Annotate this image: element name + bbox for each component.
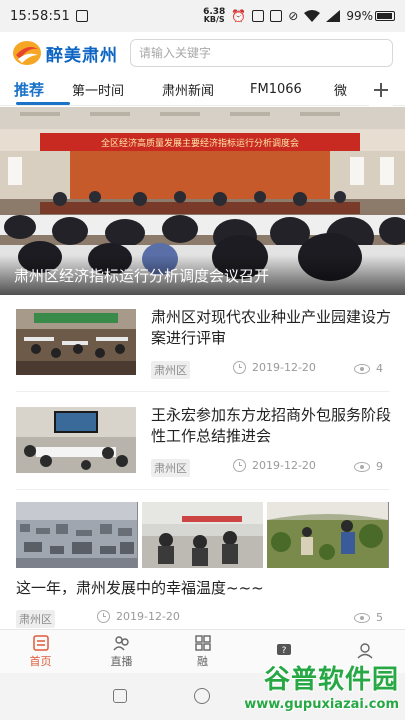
news-thumbnail [16,407,136,473]
app-name: 醉美肃州 [46,45,118,66]
feature-images[interactable] [16,502,390,568]
channel-tabs: 推荐 第一时间 肃州新闻 FM1066 微 [0,74,405,106]
nfc-icon [270,10,283,22]
nav-home[interactable]: 首页 [0,630,81,673]
news-item[interactable]: 王永宏参加东方龙招商外包服务阶段性工作总结推进会 肃州区 2019-12-20 … [16,406,392,497]
logo-icon [13,41,41,65]
view-count: 9 [376,460,383,473]
watermark-title: 谷普软件园 [263,665,399,695]
status-bar: 15:58:51 6.38 KB/S ⏰ ⊘ 99% [0,0,405,32]
feature-image-greenhouse [267,502,390,568]
live-icon [112,635,129,650]
recent-apps-button[interactable] [113,689,127,703]
feature-title[interactable]: 这一年，肃州发展中的幸福温度~~~ [16,577,264,598]
vibrate-icon [252,10,265,22]
divider [16,391,389,392]
news-title: 王永宏参加东方龙招商外包服务阶段性工作总结推进会 [151,406,392,445]
eye-icon [354,612,370,623]
publish-date: 2019-12-20 [252,361,316,374]
news-item[interactable]: 肃州区对现代农业种业产业园建设方案进行评审 肃州区 2019-12-20 4 [16,308,392,399]
alarm-icon: ⏰ [231,9,247,23]
tab-wei[interactable]: 微 [334,74,364,106]
clock-icon [97,610,110,623]
category-tag: 肃州区 [151,361,190,379]
site-watermark: 谷普软件园 www.gupuxiazai.com [219,655,405,720]
home-button[interactable] [194,688,210,704]
signal-icon [326,10,341,22]
search-input[interactable] [139,46,384,60]
news-thumbnail [16,309,136,375]
battery-indicator: 99% [346,9,395,23]
tab-fm1066[interactable]: FM1066 [250,74,334,106]
clock-icon [233,361,246,374]
home-icon [32,634,49,651]
watermark-url: www.gupuxiazai.com [244,697,399,712]
network-speed: 6.38 KB/S [203,7,226,24]
news-title: 肃州区对现代农业种业产业园建设方案进行评审 [151,308,392,347]
grid-icon [194,634,211,651]
hero-caption: 肃州区经济指标运行分析调度会议召开 [14,267,270,285]
hero-banner[interactable]: 全区经济高质量发展主要经济指标运行分析调度会 肃州区经济指标运行分析调度会议召开 [0,107,405,295]
tab-first-time[interactable]: 第一时间 [72,74,162,106]
app-header: 醉美肃州 [0,32,405,74]
add-channel-button[interactable] [369,74,393,106]
status-time: 15:58:51 [10,8,70,24]
feature-image-meeting [141,502,264,568]
tab-recommend[interactable]: 推荐 [14,74,72,106]
publish-date: 2019-12-20 [116,610,180,623]
hero-banner-text: 全区经济高质量发展主要经济指标运行分析调度会 [101,137,299,149]
search-box[interactable] [130,39,393,67]
svg-text:?: ? [281,646,286,656]
notification-icon [76,10,88,22]
view-count: 5 [376,611,383,624]
category-tag: 肃州区 [151,459,190,477]
publish-date: 2019-12-20 [252,459,316,472]
feature-image-aerial [16,502,138,568]
nav-live[interactable]: 直播 [81,630,162,673]
eye-icon [354,461,370,472]
view-count: 4 [376,362,383,375]
wifi-icon [304,10,321,22]
tab-suzhou-news[interactable]: 肃州新闻 [162,74,250,106]
mute-icon: ⊘ [288,9,299,23]
category-tag: 肃州区 [16,610,55,628]
divider [16,489,389,490]
clock-icon [233,459,246,472]
battery-icon [375,11,395,21]
app-logo[interactable]: 醉美肃州 [12,39,118,67]
eye-icon [354,363,370,374]
